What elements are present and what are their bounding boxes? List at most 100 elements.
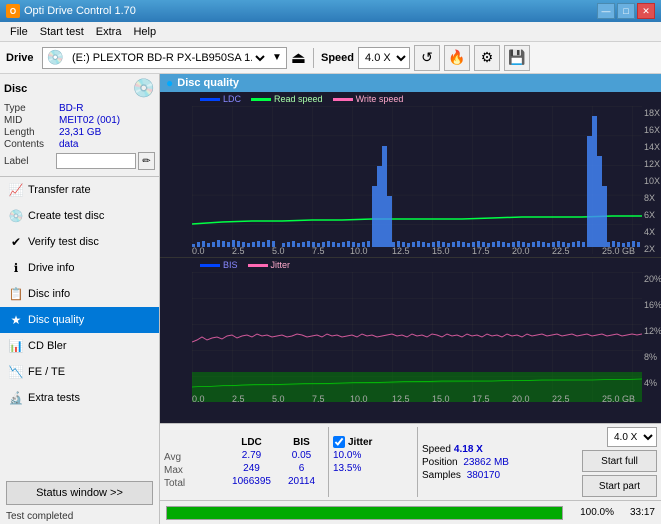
save-button[interactable]: 💾 bbox=[504, 45, 530, 71]
top-chart: LDC Read speed Write speed bbox=[160, 92, 661, 258]
sidebar-item-create-test[interactable]: 💿 Create test disc bbox=[0, 203, 159, 229]
status-window-button[interactable]: Status window >> bbox=[6, 481, 153, 505]
progress-time: 33:17 bbox=[620, 507, 655, 518]
window-controls: — □ ✕ bbox=[597, 3, 655, 19]
eject-icon[interactable]: ⏏ bbox=[291, 48, 306, 68]
jitter-avg: 10.0% bbox=[333, 449, 413, 462]
disc-quality-icon: ★ bbox=[8, 312, 24, 328]
jitter-col: Jitter 10.0% 13.5% bbox=[333, 435, 413, 489]
transfer-rate-icon: 📈 bbox=[8, 182, 24, 198]
sidebar-item-disc-quality[interactable]: ★ Disc quality bbox=[0, 307, 159, 333]
top-legend: LDC Read speed Write speed bbox=[160, 92, 661, 106]
jitter-legend-dot bbox=[248, 264, 268, 267]
disc-length-row: Length 23,31 GB bbox=[4, 127, 155, 138]
position-label: Position bbox=[422, 457, 458, 468]
disc-icon[interactable]: 💿 bbox=[133, 78, 155, 99]
app-icon: O bbox=[6, 4, 20, 18]
bis-total: 20114 bbox=[279, 475, 324, 488]
speed-position-col: Speed 4.18 X Position 23862 MB Samples 3… bbox=[422, 443, 509, 482]
nav-label-verify-test: Verify test disc bbox=[28, 236, 99, 248]
sidebar-item-drive-info[interactable]: ℹ Drive info bbox=[0, 255, 159, 281]
jitter-legend: Jitter bbox=[248, 260, 291, 270]
svg-text:2.5: 2.5 bbox=[232, 394, 245, 402]
ldc-legend-dot bbox=[200, 98, 220, 101]
disc-mid-row: MID MEIT02 (001) bbox=[4, 115, 155, 126]
settings-button[interactable]: ⚙ bbox=[474, 45, 500, 71]
fe-te-icon: 📉 bbox=[8, 364, 24, 380]
separator bbox=[313, 48, 314, 68]
svg-text:12%: 12% bbox=[644, 326, 661, 336]
minimize-button[interactable]: — bbox=[597, 3, 615, 19]
bis-header: BIS bbox=[279, 436, 324, 449]
svg-text:25.0 GB: 25.0 GB bbox=[602, 394, 635, 402]
disc-section: Disc 💿 Type BD-R MID MEIT02 (001) Length… bbox=[0, 74, 159, 177]
samples-row: Samples 380170 bbox=[422, 469, 509, 482]
svg-text:17.5: 17.5 bbox=[472, 246, 490, 254]
stats-bar: Avg Max Total LDC 2.79 249 1066395 BIS 0… bbox=[160, 423, 661, 500]
length-label: Length bbox=[4, 127, 59, 138]
svg-text:0.0: 0.0 bbox=[192, 394, 205, 402]
svg-text:15.0: 15.0 bbox=[432, 394, 450, 402]
ldc-max: 249 bbox=[224, 462, 279, 475]
drive-label: Drive bbox=[6, 52, 34, 64]
sidebar-item-transfer-rate[interactable]: 📈 Transfer rate bbox=[0, 177, 159, 203]
jitter-max: 13.5% bbox=[333, 462, 413, 475]
bis-max: 6 bbox=[279, 462, 324, 475]
burn-button[interactable]: 🔥 bbox=[444, 45, 470, 71]
menu-extra[interactable]: Extra bbox=[90, 24, 128, 40]
drive-select-input[interactable]: (E:) PLEXTOR BD-R PX-LB950SA 1.06 bbox=[68, 51, 268, 65]
svg-text:2.5: 2.5 bbox=[232, 246, 245, 254]
close-button[interactable]: ✕ bbox=[637, 3, 655, 19]
label-label: Label bbox=[4, 156, 56, 167]
menu-start-test[interactable]: Start test bbox=[34, 24, 90, 40]
menu-file[interactable]: File bbox=[4, 24, 34, 40]
speed-row: Speed 4.18 X bbox=[422, 443, 509, 456]
nav-label-fe-te: FE / TE bbox=[28, 366, 65, 378]
label-edit-button[interactable]: ✏ bbox=[138, 152, 155, 170]
bottom-chart-svg: 10 9 8 7 6 5 4 3 2 1 20% 16% 12% 8% 4% bbox=[192, 272, 661, 402]
verify-test-icon: ✔ bbox=[8, 234, 24, 250]
bis-col: BIS 0.05 6 20114 bbox=[279, 436, 324, 488]
mid-value: MEIT02 (001) bbox=[59, 115, 120, 126]
sidebar-item-verify-test[interactable]: ✔ Verify test disc bbox=[0, 229, 159, 255]
start-part-button[interactable]: Start part bbox=[582, 475, 657, 497]
start-full-button[interactable]: Start full bbox=[582, 450, 657, 472]
top-chart-svg: 300 200 100 0 18X 16X 14X 12X 10X 8X 6X … bbox=[192, 106, 661, 254]
maximize-button[interactable]: □ bbox=[617, 3, 635, 19]
svg-text:25.0 GB: 25.0 GB bbox=[602, 246, 635, 254]
menu-help[interactable]: Help bbox=[127, 24, 162, 40]
svg-text:20.0: 20.0 bbox=[512, 394, 530, 402]
stats-divider2 bbox=[417, 427, 418, 497]
jitter-checkbox[interactable] bbox=[333, 436, 345, 448]
drive-selector[interactable]: 💿 (E:) PLEXTOR BD-R PX-LB950SA 1.06 ▼ bbox=[42, 47, 287, 69]
label-input[interactable] bbox=[56, 153, 136, 169]
svg-text:10.0: 10.0 bbox=[350, 394, 368, 402]
speed-select[interactable]: 4.0 X 1.0 X 2.0 X 6.0 X 8.0 X bbox=[358, 47, 410, 69]
contents-value: data bbox=[59, 139, 78, 150]
sidebar-item-cd-bler[interactable]: 📊 CD Bler bbox=[0, 333, 159, 359]
svg-text:17.5: 17.5 bbox=[472, 394, 490, 402]
refresh-button[interactable]: ↺ bbox=[414, 45, 440, 71]
cd-bler-icon: 📊 bbox=[8, 338, 24, 354]
nav-items: 📈 Transfer rate 💿 Create test disc ✔ Ver… bbox=[0, 177, 159, 411]
write-speed-legend-label: Write speed bbox=[356, 94, 404, 104]
progress-bar-bg bbox=[166, 506, 563, 520]
read-speed-legend-label: Read speed bbox=[274, 94, 323, 104]
jitter-total-placeholder bbox=[333, 475, 413, 489]
ldc-legend: LDC bbox=[200, 94, 241, 104]
sidebar-item-extra-tests[interactable]: 🔬 Extra tests bbox=[0, 385, 159, 411]
speed-setting-select[interactable]: 4.0 X bbox=[607, 427, 657, 447]
nav-label-drive-info: Drive info bbox=[28, 262, 74, 274]
progress-area: 100.0% 33:17 bbox=[160, 500, 661, 524]
sidebar-item-fe-te[interactable]: 📉 FE / TE bbox=[0, 359, 159, 385]
content-area: ● Disc quality LDC Read speed bbox=[160, 74, 661, 524]
svg-text:20.0: 20.0 bbox=[512, 246, 530, 254]
svg-text:5.0: 5.0 bbox=[272, 246, 285, 254]
samples-value: 380170 bbox=[467, 470, 500, 481]
svg-text:5.0: 5.0 bbox=[272, 394, 285, 402]
stats-divider1 bbox=[328, 427, 329, 497]
svg-text:2X: 2X bbox=[644, 244, 655, 254]
nav-label-disc-info: Disc info bbox=[28, 288, 70, 300]
sidebar-item-disc-info[interactable]: 📋 Disc info bbox=[0, 281, 159, 307]
svg-text:22.5: 22.5 bbox=[552, 246, 570, 254]
